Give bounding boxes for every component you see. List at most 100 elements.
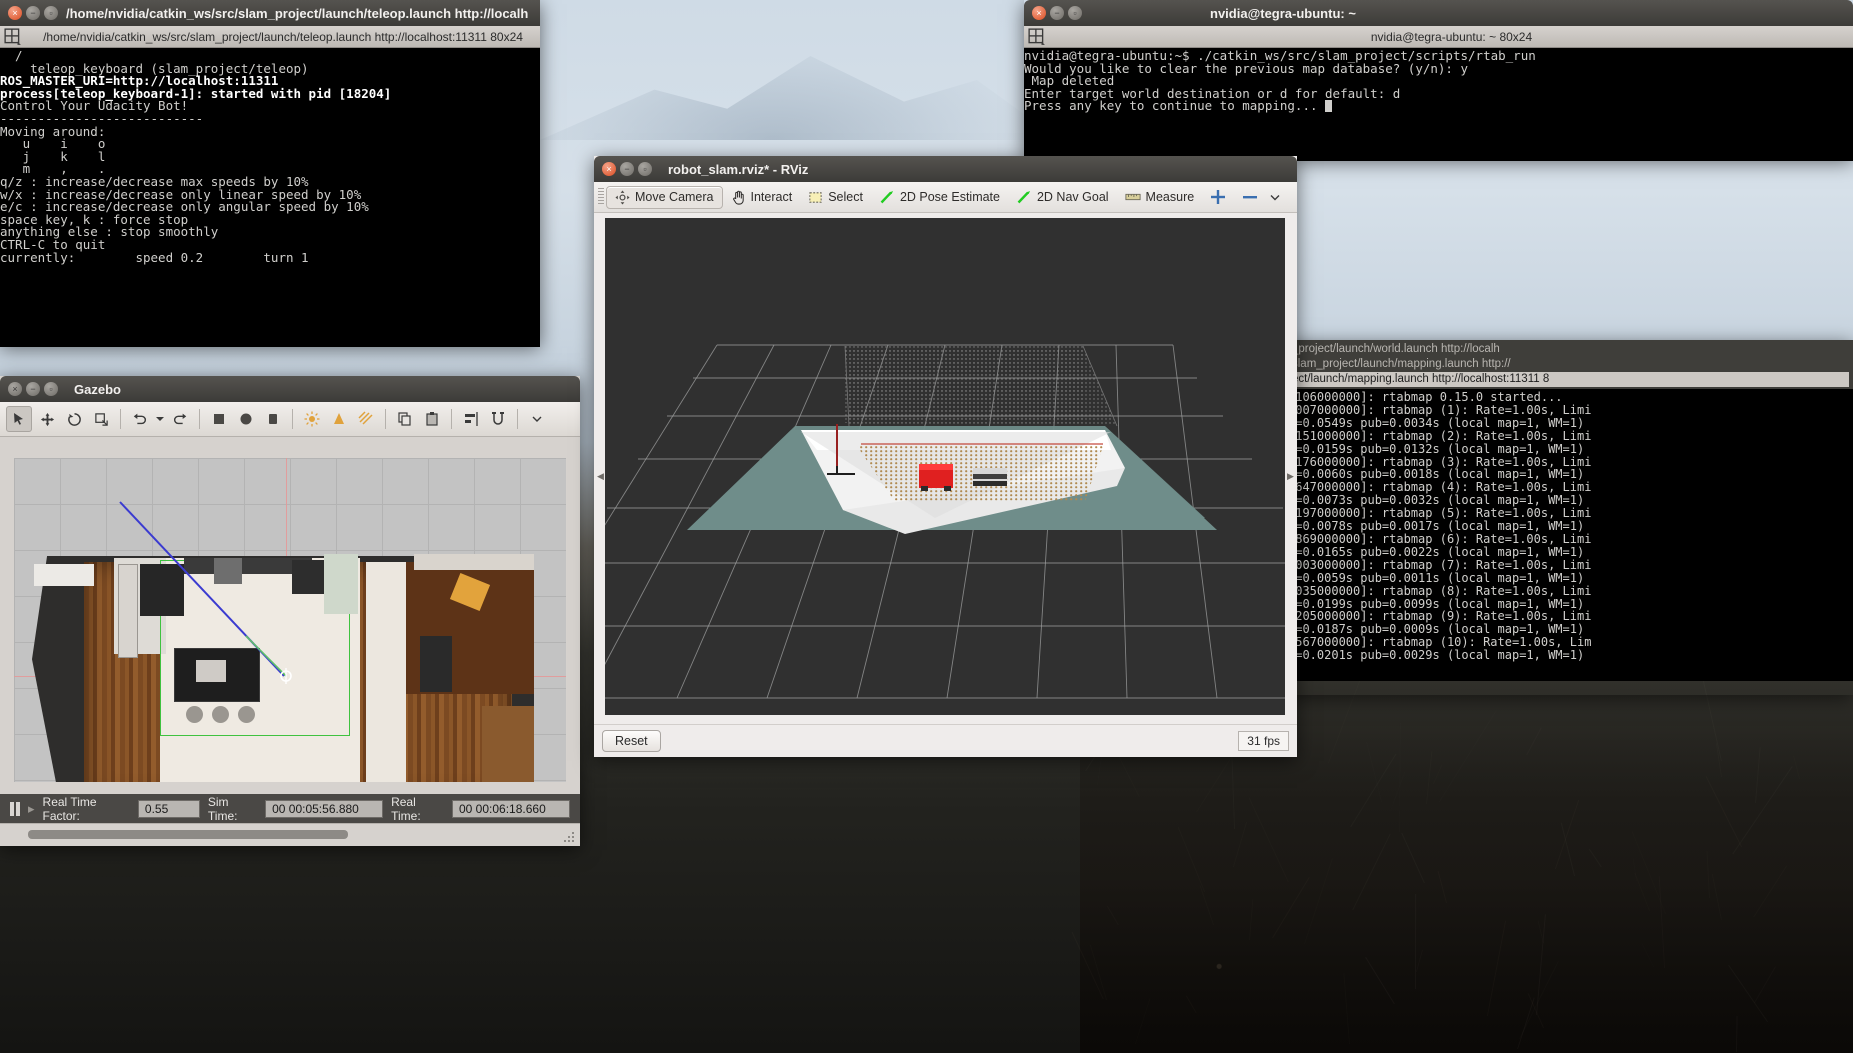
rviz-window-buttons[interactable]: × − ▫	[602, 162, 652, 176]
toolbar-separator	[385, 409, 386, 429]
furniture-counter	[118, 564, 138, 658]
gazebo-window-buttons[interactable]: × − ▫	[8, 382, 58, 396]
redo-icon[interactable]	[168, 407, 192, 431]
tool-2d-pose-estimate[interactable]: 2D Pose Estimate	[871, 186, 1008, 208]
tool-move-camera[interactable]: Move Camera	[606, 186, 723, 209]
rtab-window-buttons[interactable]: × − ▫	[1032, 6, 1082, 20]
gazebo-3d-viewport[interactable]	[14, 458, 566, 782]
right-panel-expander[interactable]: ▶	[1286, 456, 1295, 496]
tool-overflow[interactable]	[1268, 191, 1288, 204]
tool-label: Select	[828, 190, 863, 204]
translate-icon[interactable]	[35, 407, 59, 431]
minimize-icon[interactable]: −	[26, 382, 40, 396]
close-icon[interactable]: ×	[8, 382, 22, 396]
gazebo-titlebar[interactable]: × − ▫ Gazebo	[0, 376, 580, 402]
log-stack-title-0[interactable]: _project/launch/world.launch http://loca…	[1292, 343, 1500, 355]
teleop-titlebar[interactable]: × − ▫ /home/nvidia/catkin_ws/src/slam_pr…	[0, 0, 540, 26]
undo-dropdown-icon[interactable]	[155, 407, 165, 431]
terminal-tabs-icon[interactable]	[4, 28, 22, 46]
window-rviz[interactable]: × − ▫ robot_slam.rviz* - RViz Move Camer…	[594, 156, 1297, 757]
toolbar-separator	[120, 409, 121, 429]
snap-icon[interactable]	[486, 407, 510, 431]
align-icon[interactable]	[459, 407, 483, 431]
gazebo-toolbar[interactable]	[0, 402, 580, 437]
wallpaper-twig	[1272, 877, 1310, 938]
gazebo-status-bar[interactable]: ▸ Real Time Factor: 0.55 Sim Time: 00 00…	[0, 794, 580, 824]
tool-interact[interactable]: Interact	[723, 187, 801, 208]
more-icon[interactable]	[525, 407, 549, 431]
wallpaper-twig	[1399, 723, 1401, 832]
tool-remove[interactable]	[1234, 189, 1268, 205]
log-stack-title-1[interactable]: slam_project/launch/mapping.launch http:…	[1292, 358, 1511, 370]
rviz-scene	[605, 218, 1285, 715]
rtab-titlebar[interactable]: × − ▫ nvidia@tegra-ubuntu: ~	[1024, 0, 1853, 26]
terminal-cursor	[1325, 100, 1332, 112]
toolbar-grip-icon[interactable]	[598, 188, 604, 206]
window-rtabmap-log[interactable]: _project/launch/world.launch http://loca…	[1288, 340, 1853, 695]
pause-icon[interactable]	[10, 802, 20, 816]
teleop-menubar-title: /home/nvidia/catkin_ws/src/slam_project/…	[26, 30, 540, 44]
terminal-tabs-icon[interactable]	[1028, 28, 1046, 46]
rviz-titlebar[interactable]: × − ▫ robot_slam.rviz* - RViz	[594, 156, 1297, 182]
minimize-icon[interactable]: −	[620, 162, 634, 176]
teleop-window-title: /home/nvidia/catkin_ws/src/slam_project/…	[66, 6, 528, 21]
reset-button[interactable]: Reset	[602, 730, 661, 752]
terminal-line: .151000000]: rtabmap (2): Rate=1.00s, Li…	[1288, 430, 1853, 443]
teleop-menubar[interactable]: /home/nvidia/catkin_ws/src/slam_project/…	[0, 26, 540, 48]
spot-light-icon[interactable]	[327, 407, 351, 431]
wallpaper-twig	[1634, 872, 1650, 910]
directional-light-icon[interactable]	[354, 407, 378, 431]
copy-icon[interactable]	[393, 407, 417, 431]
cylinder-icon[interactable]	[261, 407, 285, 431]
maximize-icon[interactable]: ▫	[638, 162, 652, 176]
close-icon[interactable]: ×	[8, 6, 22, 20]
rviz-toolbar[interactable]: Move Camera Interact Select 2D Pose Esti…	[594, 182, 1297, 213]
minimize-icon[interactable]: −	[1050, 6, 1064, 20]
select-arrow-icon[interactable]	[6, 406, 32, 432]
resize-grip-icon[interactable]	[562, 830, 576, 844]
tool-label: Move Camera	[635, 190, 714, 204]
wallpaper-twig	[1231, 756, 1235, 829]
window-gazebo[interactable]: × − ▫ Gazebo ▸ Real Time Factor: 0.55 Si…	[0, 376, 580, 846]
point-light-icon[interactable]	[300, 407, 324, 431]
window-rtab-run-terminal[interactable]: × − ▫ nvidia@tegra-ubuntu: ~ nvidia@tegr…	[1024, 0, 1853, 158]
close-icon[interactable]: ×	[1032, 6, 1046, 20]
rviz-3d-viewport[interactable]	[605, 218, 1285, 715]
rviz-status-bar[interactable]: Reset 31 fps	[594, 724, 1297, 757]
log-stack-title-2[interactable]: ect/launch/mapping.launch http://localho…	[1292, 372, 1849, 387]
chevron-down-icon	[1270, 194, 1280, 201]
wallpaper-twig	[1390, 772, 1405, 812]
gazebo-horizontal-scrollbar[interactable]	[0, 823, 580, 846]
wallpaper-twig	[1705, 776, 1741, 847]
sphere-icon[interactable]	[234, 407, 258, 431]
tool-measure[interactable]: Measure	[1117, 187, 1203, 207]
toolbar-separator	[199, 409, 200, 429]
tool-publish-point[interactable]	[1202, 186, 1234, 208]
wallpaper-twig	[1350, 753, 1396, 827]
maximize-icon[interactable]: ▫	[44, 6, 58, 20]
box-icon[interactable]	[207, 407, 231, 431]
wallpaper-twig	[1736, 1016, 1738, 1052]
terminal-line: Press any key to continue to mapping...	[1024, 100, 1853, 113]
tool-select[interactable]: Select	[800, 187, 871, 208]
teleop-window-buttons[interactable]: × − ▫	[8, 6, 58, 20]
window-teleop-terminal[interactable]: × − ▫ /home/nvidia/catkin_ws/src/slam_pr…	[0, 0, 540, 344]
rtab-menubar[interactable]: nvidia@tegra-ubuntu: ~ 80x24	[1024, 26, 1853, 48]
maximize-icon[interactable]: ▫	[44, 382, 58, 396]
left-panel-expander[interactable]: ◀	[596, 456, 605, 496]
tool-2d-nav-goal[interactable]: 2D Nav Goal	[1008, 186, 1117, 208]
rotate-icon[interactable]	[62, 407, 86, 431]
wallpaper-twig	[1415, 894, 1416, 989]
step-icon[interactable]: ▸	[28, 801, 35, 817]
minimize-icon[interactable]: −	[26, 6, 40, 20]
paste-icon[interactable]	[420, 407, 444, 431]
wallpaper-twig	[1755, 747, 1761, 803]
terminal-line: currently: speed 0.2 turn 1	[0, 252, 540, 265]
scale-icon[interactable]	[89, 407, 113, 431]
scrollbar-thumb[interactable]	[28, 830, 348, 839]
wallpaper-twig	[1659, 877, 1665, 968]
wallpaper-twig	[1248, 797, 1288, 882]
maximize-icon[interactable]: ▫	[1068, 6, 1082, 20]
close-icon[interactable]: ×	[602, 162, 616, 176]
undo-icon[interactable]	[128, 407, 152, 431]
